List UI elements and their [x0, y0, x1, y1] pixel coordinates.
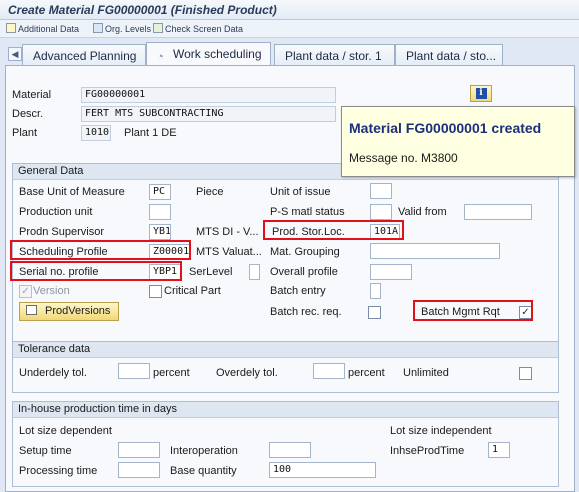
- application-toolbar: Additional Data Org. Levels Check Screen…: [0, 20, 579, 38]
- serlevel-label: SerLevel: [189, 266, 233, 278]
- unlimited-label: Unlimited: [403, 367, 449, 379]
- mat-group-label: Mat. Grouping: [270, 246, 340, 258]
- tab-label: Plant data / stor. 1: [285, 49, 382, 63]
- message-popup: Material FG00000001 created Message no. …: [341, 106, 575, 177]
- unit-issue-label: Unit of issue: [270, 186, 331, 198]
- check-screen-data-icon: [153, 23, 163, 33]
- inhse-prod-time-label: InhseProdTime: [390, 445, 465, 457]
- lot-independent-label: Lot size independent: [390, 425, 492, 437]
- tab-label: Work scheduling: [173, 47, 262, 61]
- base-uom-field[interactable]: PC: [149, 184, 171, 200]
- description-field[interactable]: FERT MTS SUBCONTRACTING: [81, 106, 336, 122]
- ps-status-field[interactable]: [370, 204, 392, 220]
- version-checkbox[interactable]: ✓: [19, 285, 32, 298]
- sched-prof-text: MTS Valuat...: [196, 246, 262, 258]
- plant-field[interactable]: 1010: [81, 125, 111, 141]
- processing-time-label: Processing time: [19, 465, 98, 477]
- message-number: Message no. M3800: [349, 151, 458, 165]
- highlight-batch-mgmt-rqt: [413, 300, 533, 321]
- unlimited-checkbox[interactable]: [519, 367, 532, 380]
- base-quantity-field[interactable]: 100: [269, 462, 376, 478]
- overall-profile-label: Overall profile: [270, 266, 338, 278]
- overdely-tol-field[interactable]: [313, 363, 345, 379]
- tab-strip: ◀ Advanced Planning ◔ Work scheduling Pla…: [0, 41, 579, 67]
- base-uom-text: Piece: [196, 186, 224, 198]
- valid-from-label: Valid from: [398, 206, 447, 218]
- check-screen-data-label: Check Screen Data: [165, 24, 244, 34]
- info-icon: i: [475, 88, 487, 99]
- serlevel-field[interactable]: [249, 264, 260, 280]
- lot-dependent-label: Lot size dependent: [19, 425, 112, 437]
- batch-rec-checkbox[interactable]: [368, 306, 381, 319]
- underdely-tol-label: Underdely tol.: [19, 367, 87, 379]
- plant-label: Plant: [12, 127, 38, 139]
- processing-time-field[interactable]: [118, 462, 160, 478]
- prodversions-button[interactable]: ProdVersions: [19, 302, 120, 321]
- inhouse-production-group: In-house production time in days Lot siz…: [12, 401, 559, 487]
- additional-data-label: Additional Data: [18, 24, 80, 34]
- material-label: Material: [12, 89, 52, 101]
- underdely-unit: percent: [153, 367, 190, 379]
- prodn-sup-text: MTS DI - V...: [196, 226, 259, 238]
- prodversions-label: ProdVersions: [45, 305, 111, 317]
- ps-status-label: P-S matl status: [270, 206, 345, 218]
- prodversions-icon: [26, 305, 37, 315]
- prod-unit-label: Production unit: [19, 206, 93, 218]
- underdely-tol-field[interactable]: [118, 363, 150, 379]
- batch-rec-label: Batch rec. req.: [270, 306, 342, 318]
- descr-label: Descr.: [12, 108, 44, 120]
- setup-time-field[interactable]: [118, 442, 160, 458]
- unit-issue-field[interactable]: [370, 183, 392, 199]
- check-screen-data-button[interactable]: Check Screen Data: [153, 23, 243, 36]
- tab-plant-data-stor-2[interactable]: Plant data / sto...: [395, 44, 503, 66]
- org-levels-button[interactable]: Org. Levels: [93, 23, 151, 36]
- critical-part-label: Critical Part: [164, 285, 221, 297]
- inhouse-production-title: In-house production time in days: [13, 402, 558, 418]
- interoperation-label: Interoperation: [170, 445, 238, 457]
- valid-from-field[interactable]: [464, 204, 532, 220]
- highlight-serial-profile: [10, 261, 182, 281]
- inhse-prod-time-field[interactable]: 1: [488, 442, 510, 458]
- tab-advanced-planning[interactable]: Advanced Planning: [22, 44, 146, 66]
- prodn-sup-field[interactable]: YB1: [149, 224, 171, 240]
- tab-status-icon: ◔: [157, 51, 164, 63]
- mat-group-field[interactable]: [370, 243, 500, 259]
- info-button[interactable]: i: [470, 85, 492, 102]
- base-quantity-label: Base quantity: [170, 465, 237, 477]
- window-title: Create Material FG00000001 (Finished Pro…: [0, 0, 579, 20]
- critical-part-checkbox[interactable]: [149, 285, 162, 298]
- overdely-tol-label: Overdely tol.: [216, 367, 278, 379]
- plant-name: Plant 1 DE: [124, 127, 177, 139]
- tab-scroll-left-icon[interactable]: ◀: [8, 47, 22, 61]
- message-title: Material FG00000001 created: [349, 120, 542, 136]
- prod-unit-field[interactable]: [149, 204, 171, 220]
- interoperation-field[interactable]: [269, 442, 311, 458]
- additional-data-button[interactable]: Additional Data: [6, 23, 79, 36]
- overall-profile-field[interactable]: [370, 264, 412, 280]
- batch-entry-field[interactable]: [370, 283, 381, 299]
- org-levels-label: Org. Levels: [105, 24, 152, 34]
- setup-time-label: Setup time: [19, 445, 72, 457]
- tolerance-data-title: Tolerance data: [13, 342, 558, 358]
- tab-plant-data-stor-1[interactable]: Plant data / stor. 1: [274, 44, 395, 66]
- version-label: Version: [33, 285, 70, 297]
- tab-label: Plant data / sto...: [406, 49, 497, 63]
- tolerance-data-group: Tolerance data Underdely tol. percent Ov…: [12, 341, 559, 393]
- prodn-sup-label: Prodn Supervisor: [19, 226, 104, 238]
- tab-label: Advanced Planning: [33, 49, 137, 63]
- highlight-prod-stor-loc: [263, 220, 404, 240]
- batch-entry-label: Batch entry: [270, 285, 326, 297]
- org-levels-icon: [93, 23, 103, 33]
- tab-work-scheduling[interactable]: ◔ Work scheduling: [146, 42, 271, 67]
- additional-data-icon: [6, 23, 16, 33]
- highlight-scheduling-profile: [10, 240, 191, 260]
- base-uom-label: Base Unit of Measure: [19, 186, 125, 198]
- overdely-unit: percent: [348, 367, 385, 379]
- material-field[interactable]: FG00000001: [81, 87, 336, 103]
